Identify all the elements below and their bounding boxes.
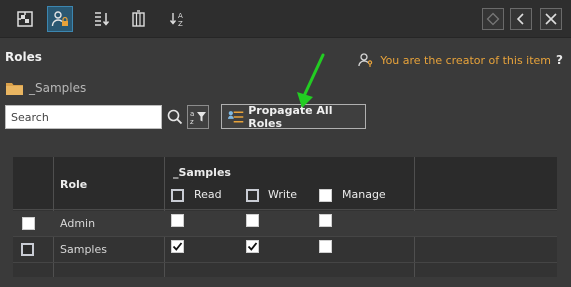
panel-title: Roles <box>5 50 42 64</box>
table-row[interactable]: Samples <box>13 237 557 263</box>
write-checkbox[interactable] <box>246 240 259 253</box>
write-checkbox[interactable] <box>246 214 259 227</box>
read-checkbox[interactable] <box>171 240 184 253</box>
propagate-label: Propagate All Roles <box>248 103 333 130</box>
folder-path: _Samples <box>6 81 86 95</box>
svg-text:z: z <box>190 118 194 126</box>
checkmark-icon <box>172 242 183 251</box>
creator-text: You are the creator of this item <box>380 53 552 67</box>
write-header: Write <box>268 188 298 201</box>
role-name: Admin <box>60 217 96 230</box>
user-lock-icon[interactable] <box>47 6 73 32</box>
propagate-roles-icon <box>227 110 244 123</box>
row-select-checkbox[interactable] <box>21 243 34 256</box>
propagate-all-roles-button[interactable]: Propagate All Roles <box>221 103 366 130</box>
read-header: Read <box>194 188 222 201</box>
sort-az-filter-icon: az <box>190 110 206 126</box>
user-key-icon <box>358 53 373 67</box>
checkmark-icon <box>247 242 258 251</box>
role-column-header: Role <box>60 178 88 191</box>
svg-text:a: a <box>190 110 194 118</box>
manage-checkbox[interactable] <box>319 240 332 253</box>
table-row[interactable]: Admin <box>13 211 557 237</box>
manage-all-checkbox[interactable] <box>319 189 332 202</box>
folder-icon <box>6 82 23 95</box>
manage-checkbox[interactable] <box>319 214 332 227</box>
close-icon[interactable] <box>540 8 562 30</box>
role-name: Samples <box>60 243 107 256</box>
search-icon[interactable] <box>165 106 185 128</box>
grid-header <box>13 157 557 210</box>
sort-az-icon[interactable]: AZ <box>165 6 191 32</box>
write-all-checkbox[interactable] <box>246 189 259 202</box>
svg-text:A: A <box>178 12 183 20</box>
chevron-left-icon[interactable] <box>510 8 532 30</box>
read-checkbox[interactable] <box>171 214 184 227</box>
read-all-checkbox[interactable] <box>171 189 184 202</box>
creator-info: You are the creator of this item ? <box>358 53 563 67</box>
manage-header: Manage <box>342 188 386 201</box>
search-input[interactable] <box>5 105 162 129</box>
help-icon[interactable]: ? <box>556 53 563 67</box>
list-sort-icon[interactable] <box>89 6 115 32</box>
group-header: _Samples <box>173 166 231 179</box>
sort-filter-button[interactable]: az <box>187 105 209 129</box>
puzzle-icon[interactable] <box>12 6 38 32</box>
toolbar: AZ <box>0 0 571 38</box>
row-select-checkbox[interactable] <box>22 217 35 230</box>
roles-grid: Role _Samples Read Write Manage Admin Sa… <box>13 157 557 277</box>
folder-name: _Samples <box>29 81 87 95</box>
table-lock-icon[interactable] <box>127 6 153 32</box>
svg-text:Z: Z <box>178 20 183 28</box>
diamond-icon[interactable] <box>482 8 504 30</box>
